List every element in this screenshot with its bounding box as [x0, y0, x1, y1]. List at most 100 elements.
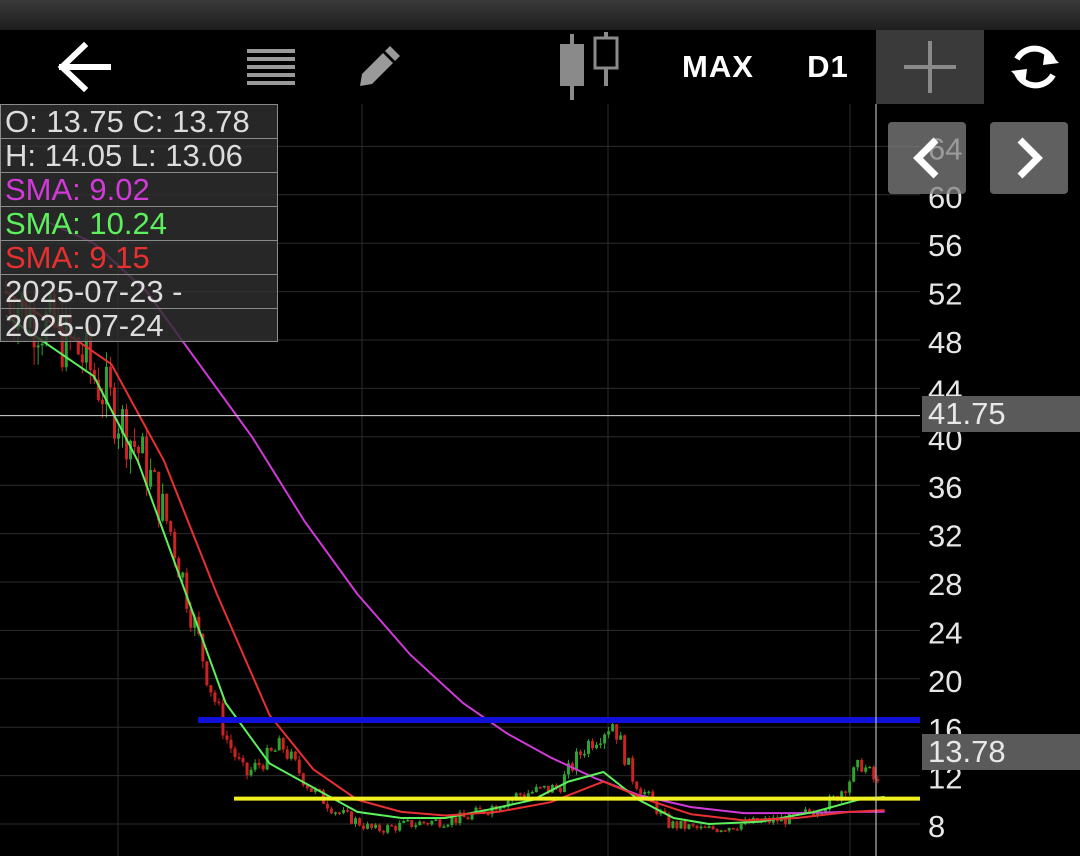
candle-body	[345, 810, 349, 812]
candle-body	[856, 759, 860, 768]
refresh-icon	[1011, 45, 1059, 89]
candle-body	[583, 753, 587, 756]
candle-body	[643, 791, 647, 795]
candle-body	[402, 820, 406, 823]
candle-body	[418, 821, 422, 826]
candle-body	[414, 825, 418, 827]
candle-body	[558, 788, 562, 792]
candle-body	[542, 785, 546, 788]
candle-body	[671, 821, 675, 828]
candle-body	[382, 830, 386, 833]
prev-button[interactable]	[888, 122, 966, 194]
candle-body	[699, 826, 703, 829]
candle-body	[108, 366, 112, 388]
candle-body	[803, 809, 807, 813]
candle-body	[603, 734, 607, 744]
candle-body	[149, 469, 153, 487]
candle-body	[257, 762, 261, 766]
arrow-left-icon	[57, 42, 111, 92]
candle-body	[169, 520, 173, 532]
candle-body	[362, 825, 366, 829]
chevron-right-icon	[1017, 137, 1043, 179]
candle-body	[534, 786, 538, 792]
candle-body	[872, 766, 876, 780]
toolbar: MAX D1	[0, 0, 1080, 104]
draw-button[interactable]	[346, 30, 412, 104]
candle-body	[297, 759, 301, 774]
candle-body	[366, 823, 370, 829]
candlestick-icon	[560, 32, 619, 100]
candle-body	[173, 531, 177, 559]
candle-body	[868, 766, 872, 769]
candle-body	[125, 409, 129, 460]
candle-body	[285, 749, 289, 759]
candle-body	[446, 824, 450, 827]
candle-body	[876, 779, 880, 781]
next-button[interactable]	[990, 122, 1068, 194]
candle-body	[852, 767, 856, 782]
candle-body	[687, 824, 691, 829]
candle-body	[181, 572, 185, 578]
ohlc-open-close: O: 13.75 C: 13.78	[0, 104, 278, 138]
candle-body	[245, 762, 249, 776]
candle-body	[466, 817, 470, 820]
candle-body	[623, 735, 627, 765]
candle-body	[848, 781, 852, 793]
pencil-icon	[360, 46, 400, 86]
candle-body	[209, 685, 213, 693]
candle-body	[161, 493, 165, 521]
candle-body	[711, 826, 715, 830]
candle-body	[165, 493, 169, 521]
candle-body	[615, 724, 619, 740]
candle-body	[358, 818, 362, 826]
candle-body	[133, 440, 137, 447]
candle-body	[241, 757, 245, 763]
sma-1-value: SMA: 9.02	[0, 172, 278, 206]
candle-body	[137, 446, 141, 454]
candle-body	[374, 824, 378, 828]
candle-body	[619, 735, 623, 740]
refresh-button[interactable]	[1000, 30, 1070, 104]
candle-body	[325, 803, 329, 809]
candle-body	[639, 788, 643, 795]
candle-body	[277, 738, 281, 751]
menu-button[interactable]	[238, 30, 304, 104]
candle-body	[233, 748, 237, 758]
candle-body	[329, 808, 333, 814]
candle-body	[607, 731, 611, 735]
candle-body	[530, 791, 534, 794]
ohlc-high-low: H: 14.05 L: 13.06	[0, 138, 278, 172]
y-tick-label: 24	[928, 615, 962, 650]
candle-body	[518, 793, 522, 795]
candlesticks	[4, 280, 880, 835]
candle-body	[442, 826, 446, 828]
candle-body	[735, 829, 739, 831]
candle-body	[217, 701, 221, 704]
candle-body	[599, 743, 603, 745]
candle-body	[430, 820, 434, 825]
y-tick-label: 52	[928, 277, 962, 312]
crosshair-icon	[904, 41, 956, 93]
candle-body	[426, 823, 430, 825]
timeframe-button[interactable]: D1	[796, 30, 860, 104]
candle-body	[731, 827, 735, 830]
candle-body	[100, 400, 104, 405]
last-price-label: 13.78	[922, 734, 1080, 770]
candle-body	[205, 661, 209, 686]
candle-body	[695, 825, 699, 829]
candle-body	[611, 724, 615, 732]
candle-body	[723, 830, 727, 832]
candle-body	[398, 822, 402, 831]
candle-body	[434, 819, 438, 821]
y-tick-label: 36	[928, 470, 962, 505]
candle-body	[587, 740, 591, 754]
candle-body	[394, 825, 398, 831]
back-button[interactable]	[44, 30, 124, 104]
period-button[interactable]: MAX	[672, 30, 764, 104]
y-tick-label: 8	[928, 809, 945, 844]
chart-type-button[interactable]	[544, 30, 634, 104]
y-tick-label: 28	[928, 567, 962, 602]
y-tick-label: 32	[928, 519, 962, 554]
crosshair-button[interactable]	[876, 30, 984, 104]
chevron-left-icon	[913, 137, 939, 179]
